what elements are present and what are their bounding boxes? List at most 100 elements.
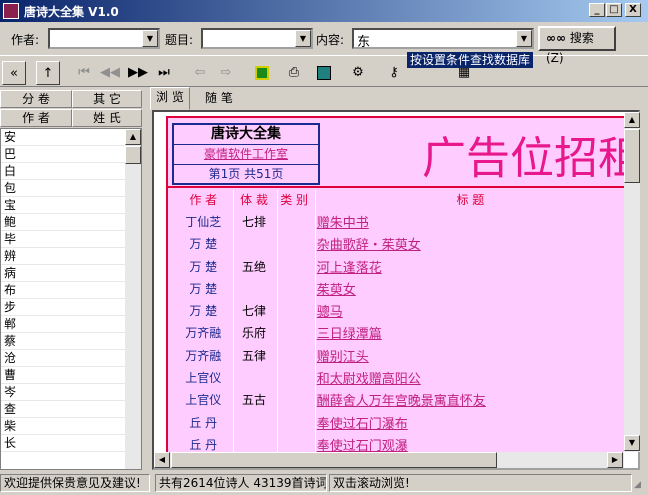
- search-button[interactable]: ∞∞ 搜索 (Z): [538, 26, 616, 65]
- poem-title-link[interactable]: 三日绿潭篇: [313, 322, 624, 344]
- next-icon[interactable]: ▶▶: [126, 61, 150, 85]
- scroll-thumb[interactable]: [125, 146, 141, 164]
- chevron-down-icon[interactable]: ▼: [516, 30, 532, 47]
- list-item[interactable]: 巴: [1, 146, 125, 163]
- content-label: 内容:: [316, 33, 345, 47]
- table-row[interactable]: 万齐融 五律 赠别江头: [174, 344, 624, 366]
- gear-icon[interactable]: ⚙: [346, 61, 370, 85]
- poem-view[interactable]: 唐诗大全集 豪情软件工作室 第1页 共51页 广告位招租 作 者 体 裁 类 别…: [152, 110, 640, 470]
- row-author: 万齐融: [185, 348, 222, 363]
- list-item[interactable]: 安: [1, 129, 125, 146]
- row-form: [233, 433, 276, 454]
- title-combo[interactable]: ▼: [201, 28, 313, 49]
- tab-other[interactable]: 其 它: [72, 90, 142, 108]
- row-category: [276, 277, 313, 299]
- table-row[interactable]: 万 楚 五绝 河上逢落花: [174, 255, 624, 277]
- row-author: 万 楚: [189, 281, 218, 296]
- list-item[interactable]: 辨: [1, 248, 125, 265]
- table-row[interactable]: 丁仙芝 七排 赠朱中书: [174, 210, 624, 232]
- list-item[interactable]: 岑: [1, 384, 125, 401]
- table-row[interactable]: 万齐融 乐府 三日绿潭篇: [174, 322, 624, 344]
- poem-title-link[interactable]: 奉使过石门瀑布: [313, 411, 624, 433]
- author-combo[interactable]: ▼: [48, 28, 160, 49]
- row-form: 七律: [242, 304, 267, 319]
- print-icon[interactable]: ⎙: [282, 61, 306, 85]
- last-icon[interactable]: ⏭: [152, 61, 176, 85]
- resize-grip-icon[interactable]: ◢: [634, 480, 646, 492]
- list-item[interactable]: 查: [1, 401, 125, 418]
- list-item[interactable]: 毕: [1, 231, 125, 248]
- scroll-up-icon[interactable]: ▲: [624, 112, 640, 128]
- status-welcome: 欢迎提供保贵意见及建议!: [0, 474, 150, 492]
- maximize-button[interactable]: □: [606, 3, 622, 17]
- row-form: [233, 366, 276, 388]
- network-icon[interactable]: [312, 61, 336, 85]
- list-item[interactable]: 郸: [1, 316, 125, 333]
- page-indicator: 第1页 共51页: [208, 167, 284, 181]
- list-scrollbar[interactable]: ▲: [125, 129, 141, 469]
- poem-title-link[interactable]: 赠别江头: [313, 344, 624, 366]
- content-vscrollbar[interactable]: ▲ ▼: [624, 112, 640, 452]
- poem-title-link[interactable]: 河上逢落花: [313, 255, 624, 277]
- poem-title-link[interactable]: 茱萸女: [313, 277, 624, 299]
- list-item[interactable]: 布: [1, 282, 125, 299]
- poem-title-link[interactable]: 骢马: [313, 299, 624, 321]
- nav-forward-icon[interactable]: ⇨: [214, 61, 238, 85]
- list-item[interactable]: 包: [1, 180, 125, 197]
- row-author: 丘 丹: [189, 415, 218, 430]
- list-item[interactable]: 曹: [1, 367, 125, 384]
- close-button[interactable]: X: [625, 3, 641, 17]
- scroll-right-icon[interactable]: ▶: [607, 452, 623, 468]
- tab-notes[interactable]: 随 笔: [200, 89, 238, 109]
- prev-icon[interactable]: ◀◀: [98, 61, 122, 85]
- book-icon[interactable]: [250, 61, 274, 85]
- chevron-down-icon[interactable]: ▼: [295, 30, 311, 47]
- row-author: 万 楚: [189, 304, 218, 319]
- table-row[interactable]: 丘 丹 奉使过石门观瀑: [174, 433, 624, 454]
- minimize-button[interactable]: _: [589, 3, 605, 17]
- binoculars-icon: ∞∞: [546, 31, 566, 45]
- tab-surname[interactable]: 姓 氏: [72, 109, 142, 127]
- list-item[interactable]: 步: [1, 299, 125, 316]
- content-combo[interactable]: 东 ▼: [352, 28, 534, 50]
- content-hscrollbar[interactable]: ◀ ▶: [154, 452, 624, 468]
- vscroll-thumb[interactable]: [624, 129, 640, 183]
- scroll-up-icon[interactable]: ▲: [125, 129, 141, 145]
- poem-title-link[interactable]: 奉使过石门观瀑: [313, 433, 624, 454]
- tab-volume[interactable]: 分 卷: [0, 90, 72, 108]
- first-icon[interactable]: ⏮: [72, 61, 96, 85]
- poem-title-link[interactable]: 酬薛舍人万年宫晚景寓直怀友: [313, 389, 624, 411]
- row-author: 万 楚: [189, 237, 218, 252]
- row-form: [233, 411, 276, 433]
- hscroll-thumb[interactable]: [171, 452, 497, 468]
- table-row[interactable]: 万 楚 茱萸女: [174, 277, 624, 299]
- list-item[interactable]: 柴: [1, 418, 125, 435]
- key-icon[interactable]: ⚷: [382, 61, 406, 85]
- table-row[interactable]: 万 楚 杂曲歌辞・茱萸女: [174, 233, 624, 255]
- table-row[interactable]: 上官仪 和太尉戏赠高阳公: [174, 366, 624, 388]
- content-value: 东: [357, 35, 371, 50]
- scroll-left-icon[interactable]: ◀: [154, 452, 170, 468]
- table-row[interactable]: 上官仪 五古 酬薛舍人万年宫晚景寓直怀友: [174, 389, 624, 411]
- list-item[interactable]: 宝: [1, 197, 125, 214]
- surname-list[interactable]: 安巴白包宝鲍毕辨病布步郸蔡沧曹岑查柴长 ▲: [0, 128, 142, 470]
- list-item[interactable]: 白: [1, 163, 125, 180]
- chevron-down-icon[interactable]: ▼: [142, 30, 158, 47]
- poem-title-link[interactable]: 赠朱中书: [313, 210, 624, 232]
- table-row[interactable]: 丘 丹 奉使过石门瀑布: [174, 411, 624, 433]
- list-item[interactable]: 长: [1, 435, 125, 452]
- poem-title-link[interactable]: 杂曲歌辞・茱萸女: [313, 233, 624, 255]
- tab-browse[interactable]: 浏 览: [150, 87, 190, 110]
- up-icon[interactable]: ↑: [36, 61, 60, 85]
- poem-title-link[interactable]: 和太尉戏赠高阳公: [313, 366, 624, 388]
- tab-author[interactable]: 作 者: [0, 109, 72, 127]
- list-item[interactable]: 鲍: [1, 214, 125, 231]
- table-row[interactable]: 万 楚 七律 骢马: [174, 299, 624, 321]
- list-item[interactable]: 蔡: [1, 333, 125, 350]
- back-icon[interactable]: «: [2, 61, 26, 85]
- nav-back-icon[interactable]: ⇦: [188, 61, 212, 85]
- list-item[interactable]: 沧: [1, 350, 125, 367]
- studio-link[interactable]: 豪情软件工作室: [174, 145, 318, 165]
- list-item[interactable]: 病: [1, 265, 125, 282]
- scroll-down-icon[interactable]: ▼: [624, 435, 640, 451]
